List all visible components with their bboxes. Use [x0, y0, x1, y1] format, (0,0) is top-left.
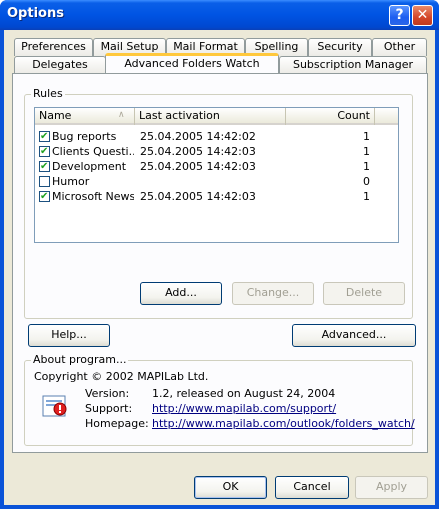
tab-preferences[interactable]: Preferences — [14, 38, 93, 56]
rule-count: 1 — [363, 145, 370, 158]
sort-arrow-icon: ∧ — [118, 110, 125, 120]
homepage-label: Homepage: — [85, 417, 149, 430]
rule-count: 1 — [363, 190, 370, 203]
tab-delegates[interactable]: Delegates — [14, 56, 106, 74]
rule-count: 0 — [363, 175, 370, 188]
ok-button[interactable]: OK — [194, 476, 267, 499]
support-link[interactable]: http://www.mapilab.com/support/ — [152, 402, 336, 415]
list-item[interactable]: Clients Questi... 25.04.2005 14:42:03 1 — [35, 144, 398, 159]
column-header-count[interactable]: Count — [286, 108, 375, 125]
window-title: Options — [7, 6, 64, 21]
rule-checkbox[interactable] — [39, 129, 50, 144]
rule-name: Humor — [52, 175, 90, 188]
dialog-client: Preferences Mail Setup Mail Format Spell… — [4, 30, 435, 505]
change-button[interactable]: Change... — [232, 282, 314, 305]
support-label: Support: — [85, 402, 133, 415]
rule-count: 1 — [363, 130, 370, 143]
options-window: Options ? ✕ Preferences Mail Setup Mail … — [0, 0, 439, 509]
cancel-button[interactable]: Cancel — [275, 476, 349, 499]
add-button[interactable]: Add... — [140, 282, 222, 305]
list-item[interactable]: Humor 0 — [35, 174, 398, 189]
list-item[interactable]: Development 25.04.2005 14:42:03 1 — [35, 159, 398, 174]
rules-group-label: Rules — [31, 87, 65, 100]
rule-name: Microsoft News — [52, 190, 134, 203]
tab-other[interactable]: Other — [372, 38, 427, 56]
rule-last-activation — [140, 174, 285, 189]
homepage-link[interactable]: http://www.mapilab.com/outlook/folders_w… — [152, 417, 415, 430]
list-item[interactable]: Bug reports 25.04.2005 14:42:02 1 — [35, 129, 398, 144]
advanced-button[interactable]: Advanced... — [292, 324, 416, 347]
mapilab-icon — [42, 395, 67, 417]
tab-security[interactable]: Security — [308, 38, 372, 56]
rule-name: Clients Questi... — [52, 145, 134, 158]
close-title-button[interactable]: ✕ — [412, 5, 433, 26]
tab-panel: Rules Name ∧ Last activation Count Bug r… — [12, 73, 428, 453]
rule-checkbox[interactable] — [39, 189, 50, 204]
column-header-last-activation[interactable]: Last activation — [135, 108, 286, 125]
title-bar[interactable]: Options ? ✕ — [0, 0, 439, 30]
list-header: Name ∧ Last activation Count — [35, 108, 398, 125]
version-label: Version: — [85, 387, 130, 400]
version-value: 1.2, released on August 24, 2004 — [152, 387, 336, 400]
help-button[interactable]: Help... — [28, 324, 110, 347]
about-group-label: About program... — [31, 353, 129, 366]
rules-listview[interactable]: Name ∧ Last activation Count Bug reports… — [34, 107, 399, 243]
copyright-text: Copyright © 2002 MAPILab Ltd. — [34, 370, 209, 383]
rule-count: 1 — [363, 160, 370, 173]
rule-checkbox[interactable] — [39, 159, 50, 174]
rule-last-activation: 25.04.2005 14:42:03 — [140, 190, 256, 203]
delete-button[interactable]: Delete — [323, 282, 405, 305]
column-header-name[interactable]: Name ∧ — [35, 108, 135, 125]
list-item[interactable]: Microsoft News 25.04.2005 14:42:03 1 — [35, 189, 398, 204]
rule-checkbox[interactable] — [39, 144, 50, 159]
tab-advanced-folders-watch[interactable]: Advanced Folders Watch — [105, 53, 279, 73]
rule-name: Development — [52, 160, 127, 173]
column-name-label: Name — [39, 109, 72, 122]
tab-subscription-manager[interactable]: Subscription Manager — [279, 56, 427, 74]
rule-name: Bug reports — [52, 130, 117, 143]
apply-button[interactable]: Apply — [355, 476, 428, 499]
rule-checkbox[interactable] — [39, 176, 50, 187]
rule-last-activation: 25.04.2005 14:42:03 — [140, 160, 256, 173]
help-title-button[interactable]: ? — [389, 5, 410, 26]
rule-last-activation: 25.04.2005 14:42:02 — [140, 130, 256, 143]
rule-last-activation: 25.04.2005 14:42:03 — [140, 145, 256, 158]
